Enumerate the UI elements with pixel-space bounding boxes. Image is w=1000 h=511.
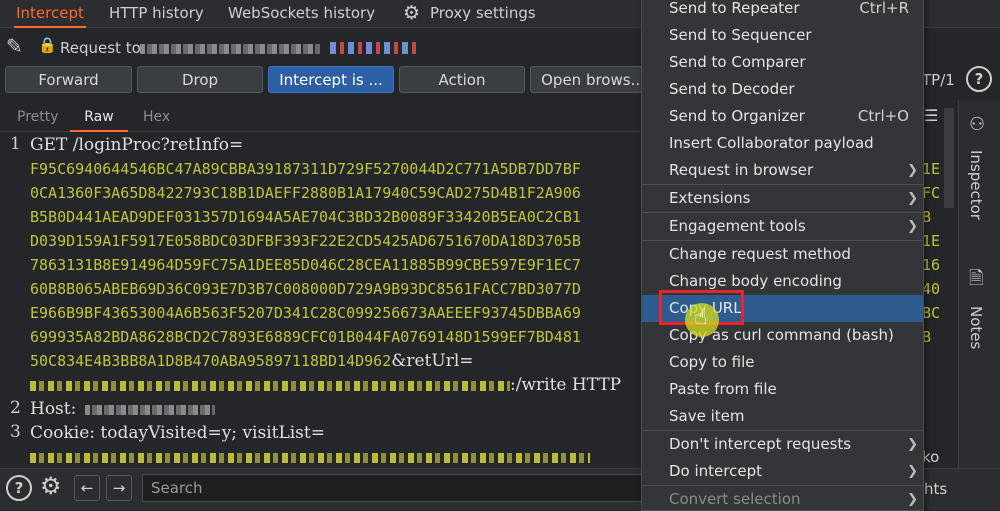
hex-line: 699935A82BDA8628BCD2C7893E6889CFC01B044F… [30,328,581,346]
tab-intercept[interactable]: Intercept [14,0,86,28]
tab-raw[interactable]: Raw [70,104,128,132]
tab-hex[interactable]: Hex [143,104,170,130]
chevron-right-icon: ❯ [907,191,918,206]
editor-overflow-column: ☰ 1E FC B 1E 16 40 BC B ko [920,100,958,466]
tab-proxy-settings[interactable]: Proxy settings [428,0,538,26]
hex-line: B5B0D441AEAD9DEF031357D1694A5AE704C3BD32… [30,208,581,226]
code-line: Host: [30,398,216,420]
help-icon[interactable]: ? [6,475,32,501]
hex-fragment: FC [922,184,941,202]
tab-pretty[interactable]: Pretty [17,104,59,130]
redacted-host [140,44,320,54]
menu-lines-icon[interactable]: ☰ [924,106,938,125]
line-number: 1 [10,134,21,154]
hex-line: D039D159A1F5917E058BDC03DFBF393F22E2CD54… [30,232,581,250]
menu-item-request-in-browser[interactable]: Request in browser ❯ [642,157,923,184]
menu-item-save-item[interactable]: Save item [642,403,923,430]
menu-item-engagement-tools[interactable]: Engagement tools ❯ [642,213,923,240]
code-line: 50C834E4B3BB8A1D8B470ABA95897118BD14D962… [30,350,474,372]
code-line: :/write HTTP [30,374,621,396]
hand-cursor-icon: ☝ [694,305,708,330]
redacted-cookie [30,452,590,463]
notes-icon[interactable]: 🗎 [969,266,983,296]
context-menu: Send to Repeater Ctrl+R Send to Sequencer… [641,0,924,511]
menu-item-extensions[interactable]: Extensions ❯ [642,185,923,212]
editor-scrollbar[interactable] [944,108,954,208]
tab-websockets-history[interactable]: WebSockets history [226,0,377,26]
redacted-host-value [85,404,216,415]
menu-item-dont-intercept[interactable]: Don't intercept requests ❯ [642,431,923,458]
forward-button[interactable]: Forward [5,66,132,93]
help-icon[interactable]: ? [966,66,992,92]
menu-item-paste-from-file[interactable]: Paste from file [642,376,923,403]
line-number: 3 [10,422,21,442]
action-button[interactable]: Action [399,66,525,93]
settings-gear-icon[interactable]: ⚙ [40,472,62,500]
code-line: GET /loginProc?retInfo= [30,134,243,156]
menu-item-copy-to-file[interactable]: Copy to file [642,349,923,376]
menu-item-send-to-organizer[interactable]: Send to Organizer Ctrl+O [642,103,923,130]
hex-fragment: 1E [922,232,941,250]
menu-item-send-to-sequencer[interactable]: Send to Sequencer [642,22,923,49]
write-path: :/write HTTP [510,375,622,395]
chevron-right-icon: ❯ [907,437,918,452]
menu-item-send-to-decoder[interactable]: Send to Decoder [642,76,923,103]
menu-item-copy-as-curl[interactable]: Copy as curl command (bash) [642,322,923,349]
redacted-url [30,380,510,391]
hex-line: 7863131B8E914964D59FC75A1DEE85D046C28CEA… [30,256,581,274]
reurl-param: &retUrl= [391,351,474,371]
menu-item-change-request-method[interactable]: Change request method [642,241,923,268]
http-version-label[interactable]: TP/1 [922,71,955,89]
chevron-right-icon: ❯ [907,163,918,178]
tab-http-history[interactable]: HTTP history [107,0,206,26]
code-line [30,446,590,466]
request-editor[interactable]: 1 GET /loginProc?retInfo= F95C6940644546… [0,132,640,466]
redacted-ip [330,42,418,54]
request-line: GET /loginProc?retInfo= [30,135,244,155]
hex-fragment: 1E [922,160,941,178]
menu-item-do-intercept[interactable]: Do intercept ❯ [642,458,923,485]
hex-line: 60B8B065ABEB69D36C093E7D3B7C008000D729A9… [30,280,581,298]
host-header: Host: [30,399,77,419]
forward-arrow-icon[interactable]: → [106,475,132,501]
lock-icon: 🔒 [38,36,57,54]
menu-item-send-to-comparer[interactable]: Send to Comparer [642,49,923,76]
back-arrow-icon[interactable]: ← [74,475,100,501]
open-browser-button[interactable]: Open brows... [530,66,656,93]
hex-line: 50C834E4B3BB8A1D8B470ABA95897118BD14D962 [30,352,392,370]
chevron-right-icon: ❯ [907,464,918,479]
pencil-icon[interactable]: ✎ [6,34,23,58]
hex-fragment: BC [922,304,941,322]
hex-line: F95C6940644546BC47A89CBBA39187311D729F52… [30,160,581,178]
request-label: Request to [60,39,141,57]
gear-icon[interactable]: ⚙ [403,2,420,24]
line-number: 2 [10,398,21,418]
hex-line: 0CA1360F3A65D8422793C18B1DAEFF2880B1A179… [30,184,581,202]
notes-label[interactable]: Notes [967,306,985,349]
hex-fragment: 16 [922,256,941,274]
editor-view-tabs: Pretty Raw Hex [0,104,640,132]
intercept-toggle-button[interactable]: Intercept is ... [268,66,394,93]
text-fragment: ko [922,448,940,466]
inspector-panel: ⚇ Inspector 🗎 Notes [958,100,1000,508]
menu-item-send-to-repeater[interactable]: Send to Repeater Ctrl+R [642,0,923,22]
menu-item-convert-selection: Convert selection ❯ [642,486,923,510]
chevron-right-icon: ❯ [907,219,918,234]
hex-fragment: 40 [922,280,941,298]
cookie-header: Cookie: todayVisited=y; visitList= [30,423,325,443]
inspector-label[interactable]: Inspector [967,150,985,220]
text-fragment: hts [924,480,948,498]
hex-line: E966B9BF43653004A6B563F5207D341C28C09925… [30,304,581,322]
code-line: Cookie: todayVisited=y; visitList= [30,422,325,444]
inspector-glasses-icon[interactable]: ⚇ [969,114,985,135]
drop-button[interactable]: Drop [137,66,263,93]
chevron-right-icon: ❯ [907,492,918,507]
search-input[interactable]: Search [142,474,642,502]
menu-item-insert-collaborator-payload[interactable]: Insert Collaborator payload [642,130,923,157]
